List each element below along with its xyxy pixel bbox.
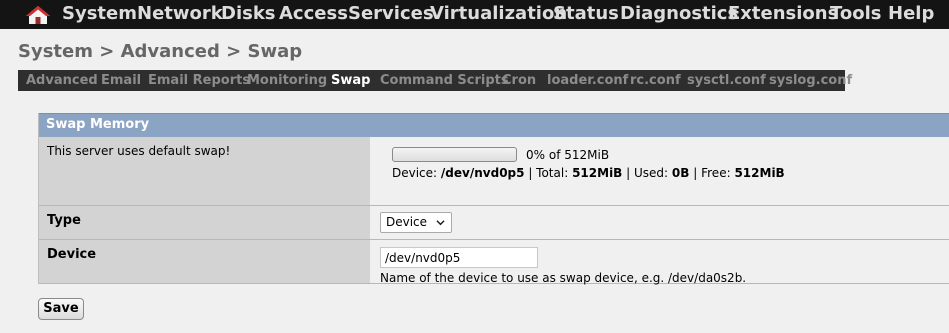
tab-email-reports[interactable]: Email Reports — [148, 72, 250, 91]
chevron-down-icon — [436, 220, 445, 226]
nav-network[interactable]: Network — [137, 0, 223, 29]
type-row: Type Device — [39, 206, 949, 240]
device-hint: Name of the device to use as swap device… — [380, 271, 747, 285]
swap-memory-panel: Swap Memory This server uses default swa… — [38, 113, 949, 285]
nav-virtualization[interactable]: Virtualization — [430, 0, 567, 29]
device-label-text: Device: — [392, 166, 438, 180]
type-value-cell: Device — [370, 206, 949, 239]
nav-services[interactable]: Services — [348, 0, 434, 29]
used-label-text: | Used: — [626, 166, 669, 180]
tab-email[interactable]: Email — [101, 72, 141, 91]
swap-info-label-cell: This server uses default swap! — [39, 137, 370, 205]
tab-syslog-conf[interactable]: syslog.conf — [769, 72, 852, 91]
tab-swap[interactable]: Swap — [331, 72, 370, 91]
device-label: Device — [47, 247, 97, 262]
panel-title: Swap Memory — [39, 113, 949, 137]
swap-info-row: This server uses default swap! 0% of 512… — [39, 137, 949, 206]
top-navigation: System Network Disks Access Services Vir… — [0, 0, 949, 29]
device-row: Device Name of the device to use as swap… — [39, 240, 949, 285]
swap-usage-percent: 0% of 512MiB — [526, 148, 610, 162]
swap-free-value: 512MiB — [734, 166, 785, 180]
swap-total-value: 512MiB — [572, 166, 623, 180]
swap-info-text: This server uses default swap! — [47, 144, 231, 158]
type-label: Type — [47, 213, 81, 228]
swap-used-value: 0B — [671, 166, 690, 180]
nav-access[interactable]: Access — [279, 0, 348, 29]
type-select[interactable]: Device — [380, 212, 452, 233]
nav-extensions[interactable]: Extensions — [728, 0, 838, 29]
tab-command-scripts[interactable]: Command Scripts — [380, 72, 509, 91]
swap-usage-details: Device: /dev/nvd0p5 | Total: 512MiB | Us… — [392, 166, 785, 180]
type-label-cell: Type — [39, 206, 370, 239]
type-select-value: Device — [386, 215, 428, 229]
tab-rc-conf[interactable]: rc.conf — [630, 72, 681, 91]
swap-usage-progress-bar — [392, 147, 517, 162]
tab-sysctl-conf[interactable]: sysctl.conf — [687, 72, 766, 91]
swap-usage-cell: 0% of 512MiB Device: /dev/nvd0p5 | Total… — [370, 137, 949, 205]
device-label-cell: Device — [39, 240, 370, 283]
tab-loader-conf[interactable]: loader.conf — [547, 72, 628, 91]
swap-device-name: /dev/nvd0p5 — [440, 166, 525, 180]
breadcrumb: System > Advanced > Swap — [18, 41, 303, 62]
tab-bar: Advanced Email Email Reports Monitoring … — [18, 70, 852, 91]
device-input[interactable] — [380, 247, 538, 268]
nav-system[interactable]: System — [62, 0, 137, 29]
save-button[interactable]: Save — [38, 298, 84, 320]
nav-status[interactable]: Status — [553, 0, 619, 29]
free-label-text: | Free: — [693, 166, 731, 180]
nav-disks[interactable]: Disks — [221, 0, 276, 29]
tab-advanced[interactable]: Advanced — [26, 72, 98, 91]
nav-diagnostics[interactable]: Diagnostics — [620, 0, 738, 29]
tab-monitoring[interactable]: Monitoring — [247, 72, 327, 91]
home-icon[interactable] — [24, 4, 52, 26]
device-value-cell: Name of the device to use as swap device… — [370, 240, 949, 285]
nav-help[interactable]: Help — [888, 0, 934, 29]
nav-tools[interactable]: Tools — [830, 0, 882, 29]
total-label-text: | Total: — [528, 166, 569, 180]
tab-cron[interactable]: Cron — [502, 72, 536, 91]
